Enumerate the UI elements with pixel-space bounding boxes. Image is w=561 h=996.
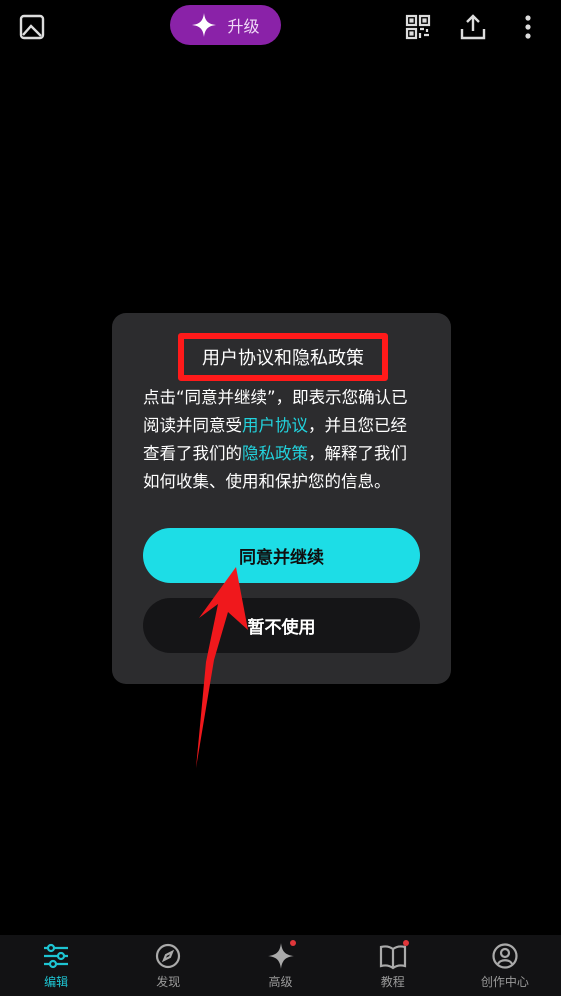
nav-label-creator-center: 创作中心 [480, 975, 529, 989]
image-icon[interactable] [15, 10, 49, 44]
nav-label-discover: 发现 [156, 975, 181, 989]
compass-icon [153, 941, 183, 971]
nav-label-edit: 编辑 [44, 975, 69, 989]
bottom-nav: 编辑 发现 高级 教程 创作中心 [0, 935, 561, 996]
nav-label-premium: 高级 [268, 975, 293, 989]
share-icon[interactable] [456, 10, 490, 44]
more-icon[interactable] [511, 10, 545, 44]
upgrade-button[interactable]: 升级 [170, 5, 281, 45]
dialog-title: 用户协议和隐私政策 [202, 348, 364, 369]
profile-icon [490, 941, 520, 971]
nav-item-creator-center[interactable]: 创作中心 [449, 935, 561, 996]
nav-label-tutorial: 教程 [380, 975, 405, 989]
book-icon [378, 941, 408, 971]
sliders-icon [41, 941, 71, 971]
upgrade-label: 升级 [227, 17, 260, 36]
terms-link[interactable]: 用户协议 [242, 416, 308, 435]
privacy-link[interactable]: 隐私政策 [242, 444, 308, 463]
sparkle-icon [192, 13, 217, 37]
nav-item-tutorial[interactable]: 教程 [337, 935, 449, 996]
nav-item-edit[interactable]: 编辑 [0, 935, 112, 996]
dialog-body: 点击“同意并继续”，即表示您确认已阅读并同意受用户协议，并且您已经查看了我们的隐… [143, 384, 423, 496]
qr-code-icon[interactable] [401, 10, 435, 44]
terms-dialog: 用户协议和隐私政策 点击“同意并继续”，即表示您确认已阅读并同意受用户协议，并且… [112, 313, 451, 684]
badge-dot [290, 940, 297, 946]
badge-dot [402, 940, 409, 946]
agree-continue-button[interactable]: 同意并继续 [143, 528, 420, 583]
nav-item-premium[interactable]: 高级 [224, 935, 336, 996]
decline-button[interactable]: 暂不使用 [143, 598, 420, 653]
nav-item-discover[interactable]: 发现 [112, 935, 224, 996]
top-bar: 升级 [0, 0, 561, 56]
title-highlight-box: 用户协议和隐私政策 [178, 333, 388, 381]
